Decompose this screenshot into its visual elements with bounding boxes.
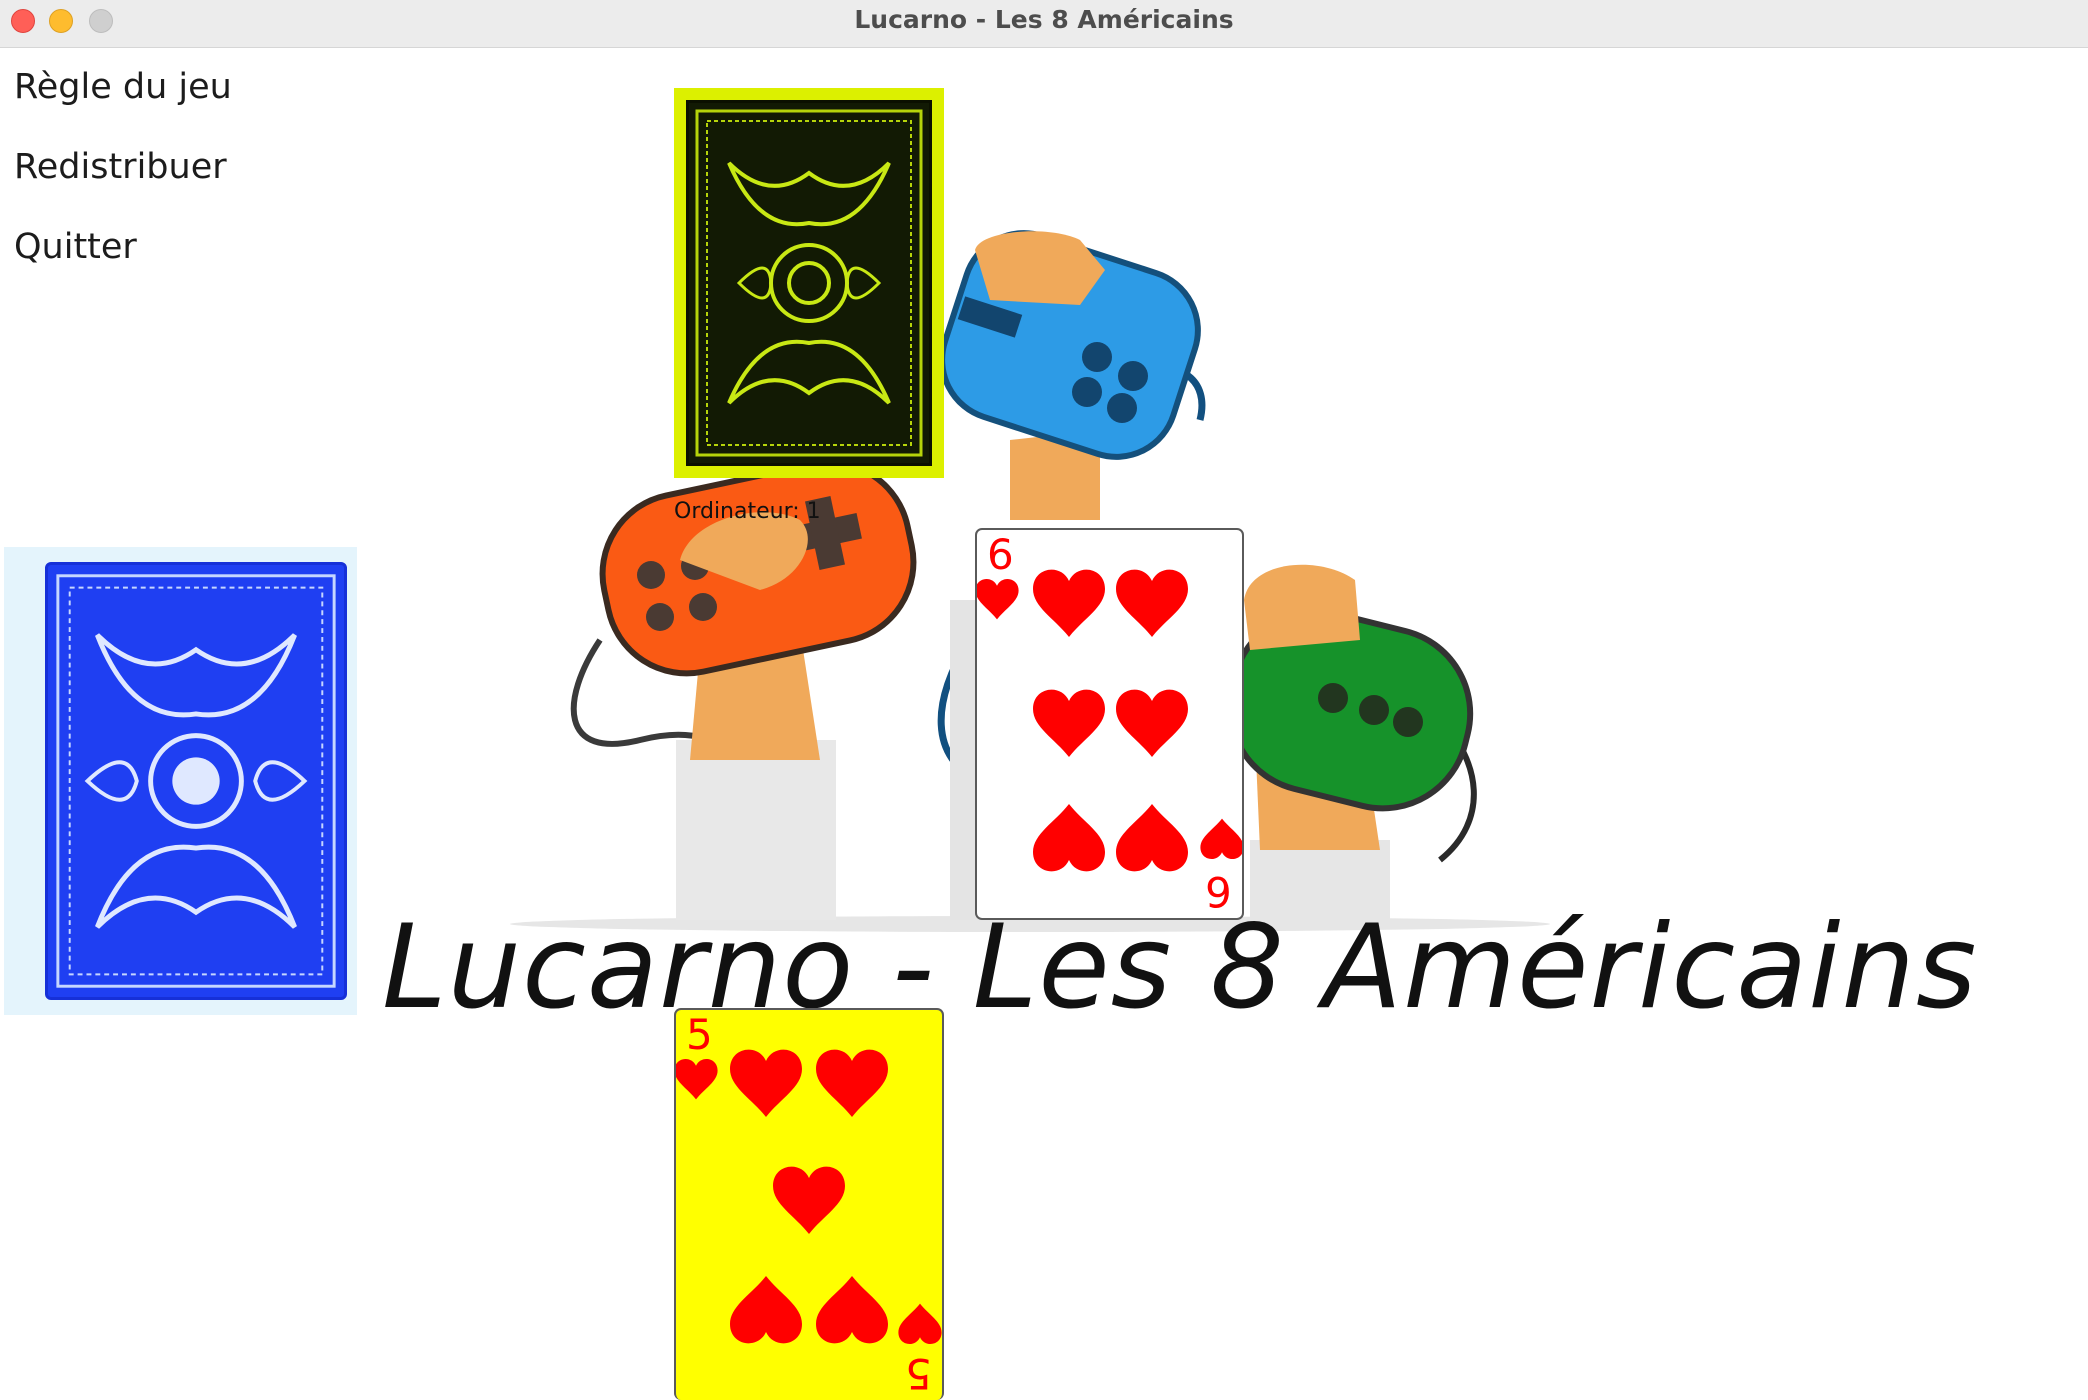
computer-card-back — [674, 88, 944, 478]
window-title: Lucarno - Les 8 Américains — [854, 5, 1234, 34]
card-back-pattern — [686, 100, 932, 466]
orange-controller-icon — [599, 459, 917, 677]
computer-card-count: Ordinateur: 1 — [674, 499, 821, 524]
player-hand-card[interactable]: 5 5 — [674, 1008, 944, 1400]
blue-controller-icon — [939, 230, 1201, 460]
menu-redeal[interactable]: Redistribuer — [14, 147, 227, 187]
discard-pile-card: 6 6 — [975, 528, 1244, 920]
card-back-ornament-icon — [56, 574, 336, 988]
heart-pips-icon — [676, 1049, 942, 1345]
menu-game-rules[interactable]: Règle du jeu — [14, 67, 232, 107]
left-sleeve — [676, 740, 836, 920]
green-controller-icon — [1226, 564, 1474, 812]
game-logo-text: Lucarno - Les 8 Américains — [382, 900, 1978, 1035]
draw-pile-card-back[interactable] — [45, 562, 347, 1000]
window-titlebar: Lucarno - Les 8 Américains — [0, 0, 2088, 48]
heart-pips-icon — [977, 569, 1242, 872]
card-back-ornament-icon — [695, 109, 923, 457]
draw-pile[interactable] — [4, 547, 357, 1015]
menu-quit[interactable]: Quitter — [14, 227, 137, 267]
